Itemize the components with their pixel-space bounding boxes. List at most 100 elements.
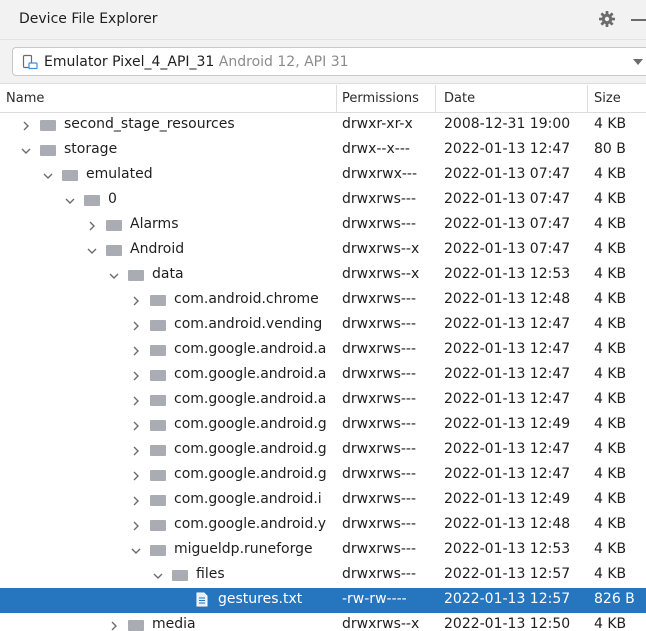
tree-row-folder[interactable]: com.google.android.a drwxrws--- 2022-01-13… bbox=[0, 388, 646, 413]
chevron-right-icon[interactable] bbox=[130, 295, 142, 307]
permissions-cell: drwxrws--- bbox=[342, 366, 417, 382]
device-name: Emulator Pixel_4_API_31 bbox=[44, 54, 215, 70]
permissions-cell: drwxrwx--- bbox=[342, 166, 418, 182]
name-cell: gestures.txt bbox=[0, 591, 336, 610]
tree-row-folder[interactable]: emulated drwxrwx--- 2022-01-13 07:47 4 KB bbox=[0, 163, 646, 188]
device-selector[interactable]: Emulator Pixel_4_API_31 Android 12, API … bbox=[12, 47, 646, 76]
name-cell: second_stage_resources bbox=[0, 116, 336, 135]
chevron-right-icon[interactable] bbox=[130, 370, 142, 382]
chevron-right-icon[interactable] bbox=[130, 495, 142, 507]
tree-row-folder[interactable]: com.google.android.y drwxrws--- 2022-01-13… bbox=[0, 513, 646, 538]
tree-row-folder[interactable]: com.android.vending drwxrws--- 2022-01-13 … bbox=[0, 313, 646, 338]
column-divider[interactable] bbox=[587, 85, 588, 113]
chevron-right-icon[interactable] bbox=[130, 420, 142, 432]
item-name: Alarms bbox=[130, 216, 179, 232]
gear-icon[interactable] bbox=[598, 10, 616, 28]
permissions-cell: drwxr-xr-x bbox=[342, 116, 413, 132]
size-cell: 80 B bbox=[594, 141, 626, 157]
folder-icon bbox=[150, 470, 166, 481]
size-cell: 4 KB bbox=[594, 566, 627, 582]
column-size[interactable]: Size bbox=[594, 91, 621, 106]
chevron-right-icon[interactable] bbox=[130, 395, 142, 407]
column-permissions[interactable]: Permissions bbox=[342, 91, 419, 106]
tree-row-folder[interactable]: migueldp.runeforge drwxrws--- 2022-01-13 1… bbox=[0, 538, 646, 563]
chevron-right-icon[interactable] bbox=[130, 320, 142, 332]
chevron-down-icon[interactable] bbox=[20, 145, 32, 157]
size-cell: 4 KB bbox=[594, 291, 627, 307]
chevron-right-icon[interactable] bbox=[130, 520, 142, 532]
chevron-right-icon[interactable] bbox=[130, 445, 142, 457]
date-cell: 2022-01-13 12:47 bbox=[444, 141, 571, 157]
column-name[interactable]: Name bbox=[6, 91, 44, 106]
chevron-down-icon[interactable] bbox=[42, 170, 54, 182]
folder-icon bbox=[150, 420, 166, 431]
tree-row-folder[interactable]: data drwxrws--x 2022-01-13 12:53 4 KB bbox=[0, 263, 646, 288]
item-name: storage bbox=[64, 141, 118, 157]
item-name: 0 bbox=[108, 191, 117, 207]
tree-row-folder[interactable]: 0 drwxrws--- 2022-01-13 07:47 4 KB bbox=[0, 188, 646, 213]
folder-icon bbox=[150, 320, 166, 331]
name-cell: migueldp.runeforge bbox=[0, 541, 336, 560]
tree-row-folder[interactable]: com.google.android.g drwxrws--- 2022-01-13… bbox=[0, 463, 646, 488]
name-cell: Alarms bbox=[0, 216, 336, 235]
name-cell: Android bbox=[0, 241, 336, 260]
tree-row-folder[interactable]: Alarms drwxrws--- 2022-01-13 07:47 4 KB bbox=[0, 213, 646, 238]
tree-row-folder[interactable]: Android drwxrws--x 2022-01-13 07:47 4 KB bbox=[0, 238, 646, 263]
item-name: com.google.android.a bbox=[174, 391, 327, 407]
minimize-icon[interactable] bbox=[631, 19, 646, 21]
chevron-right-icon[interactable] bbox=[130, 470, 142, 482]
folder-icon bbox=[106, 245, 122, 256]
tree-row-folder[interactable]: com.android.chrome drwxrws--- 2022-01-13 1… bbox=[0, 288, 646, 313]
item-name: com.google.android.g bbox=[174, 441, 327, 457]
chevron-down-icon[interactable] bbox=[152, 570, 164, 582]
chevron-right-icon[interactable] bbox=[108, 620, 120, 631]
tree-row-folder[interactable]: storage drwx--x--- 2022-01-13 12:47 80 B bbox=[0, 138, 646, 163]
chevron-right-icon[interactable] bbox=[86, 220, 98, 232]
tree-row-folder[interactable]: com.google.android.a drwxrws--- 2022-01-13… bbox=[0, 363, 646, 388]
folder-icon bbox=[40, 120, 56, 131]
size-cell: 4 KB bbox=[594, 491, 627, 507]
window-title: Device File Explorer bbox=[19, 11, 158, 27]
tree-row-folder[interactable]: com.google.android.g drwxrws--- 2022-01-13… bbox=[0, 438, 646, 463]
permissions-cell: drwxrws--- bbox=[342, 316, 417, 332]
permissions-cell: drwxrws--- bbox=[342, 541, 417, 557]
chevron-down-icon[interactable] bbox=[130, 545, 142, 557]
chevron-down-icon[interactable] bbox=[633, 59, 643, 65]
tree-row-folder[interactable]: com.google.android.g drwxrws--- 2022-01-13… bbox=[0, 413, 646, 438]
tree-row-folder[interactable]: media drwxrws--x 2022-01-13 12:50 4 KB bbox=[0, 613, 646, 631]
size-cell: 4 KB bbox=[594, 466, 627, 482]
chevron-right-icon[interactable] bbox=[130, 345, 142, 357]
size-cell: 4 KB bbox=[594, 116, 627, 132]
column-date[interactable]: Date bbox=[444, 91, 475, 106]
name-cell: com.google.android.i bbox=[0, 491, 336, 510]
date-cell: 2008-12-31 19:00 bbox=[444, 116, 571, 132]
folder-icon bbox=[150, 345, 166, 356]
size-cell: 4 KB bbox=[594, 216, 627, 232]
item-name: emulated bbox=[86, 166, 153, 182]
chevron-down-icon[interactable] bbox=[86, 245, 98, 257]
size-cell: 4 KB bbox=[594, 516, 627, 532]
folder-icon bbox=[128, 270, 144, 281]
chevron-right-icon[interactable] bbox=[20, 120, 32, 132]
permissions-cell: drwxrws--x bbox=[342, 241, 420, 257]
name-cell: com.google.android.y bbox=[0, 516, 336, 535]
column-divider[interactable] bbox=[435, 85, 436, 113]
permissions-cell: drwxrws--- bbox=[342, 391, 417, 407]
folder-icon bbox=[84, 195, 100, 206]
size-cell: 826 B bbox=[594, 591, 635, 607]
permissions-cell: drwxrws--- bbox=[342, 441, 417, 457]
tree-row-folder[interactable]: second_stage_resources drwxr-xr-x 2008-12-… bbox=[0, 113, 646, 138]
column-divider[interactable] bbox=[336, 85, 337, 113]
tree-row-file[interactable]: gestures.txt -rw-rw---- 2022-01-13 12:57 82… bbox=[0, 588, 646, 613]
folder-icon bbox=[40, 145, 56, 156]
tree-row-folder[interactable]: files drwxrws--- 2022-01-13 12:57 4 KB bbox=[0, 563, 646, 588]
permissions-cell: drwxrws--- bbox=[342, 466, 417, 482]
size-cell: 4 KB bbox=[594, 616, 627, 631]
chevron-down-icon[interactable] bbox=[108, 270, 120, 282]
tree-row-folder[interactable]: com.google.android.a drwxrws--- 2022-01-13… bbox=[0, 338, 646, 363]
date-cell: 2022-01-13 07:47 bbox=[444, 191, 571, 207]
folder-icon bbox=[150, 495, 166, 506]
folder-icon bbox=[172, 570, 188, 581]
chevron-down-icon[interactable] bbox=[64, 195, 76, 207]
tree-row-folder[interactable]: com.google.android.i drwxrws--- 2022-01-13… bbox=[0, 488, 646, 513]
